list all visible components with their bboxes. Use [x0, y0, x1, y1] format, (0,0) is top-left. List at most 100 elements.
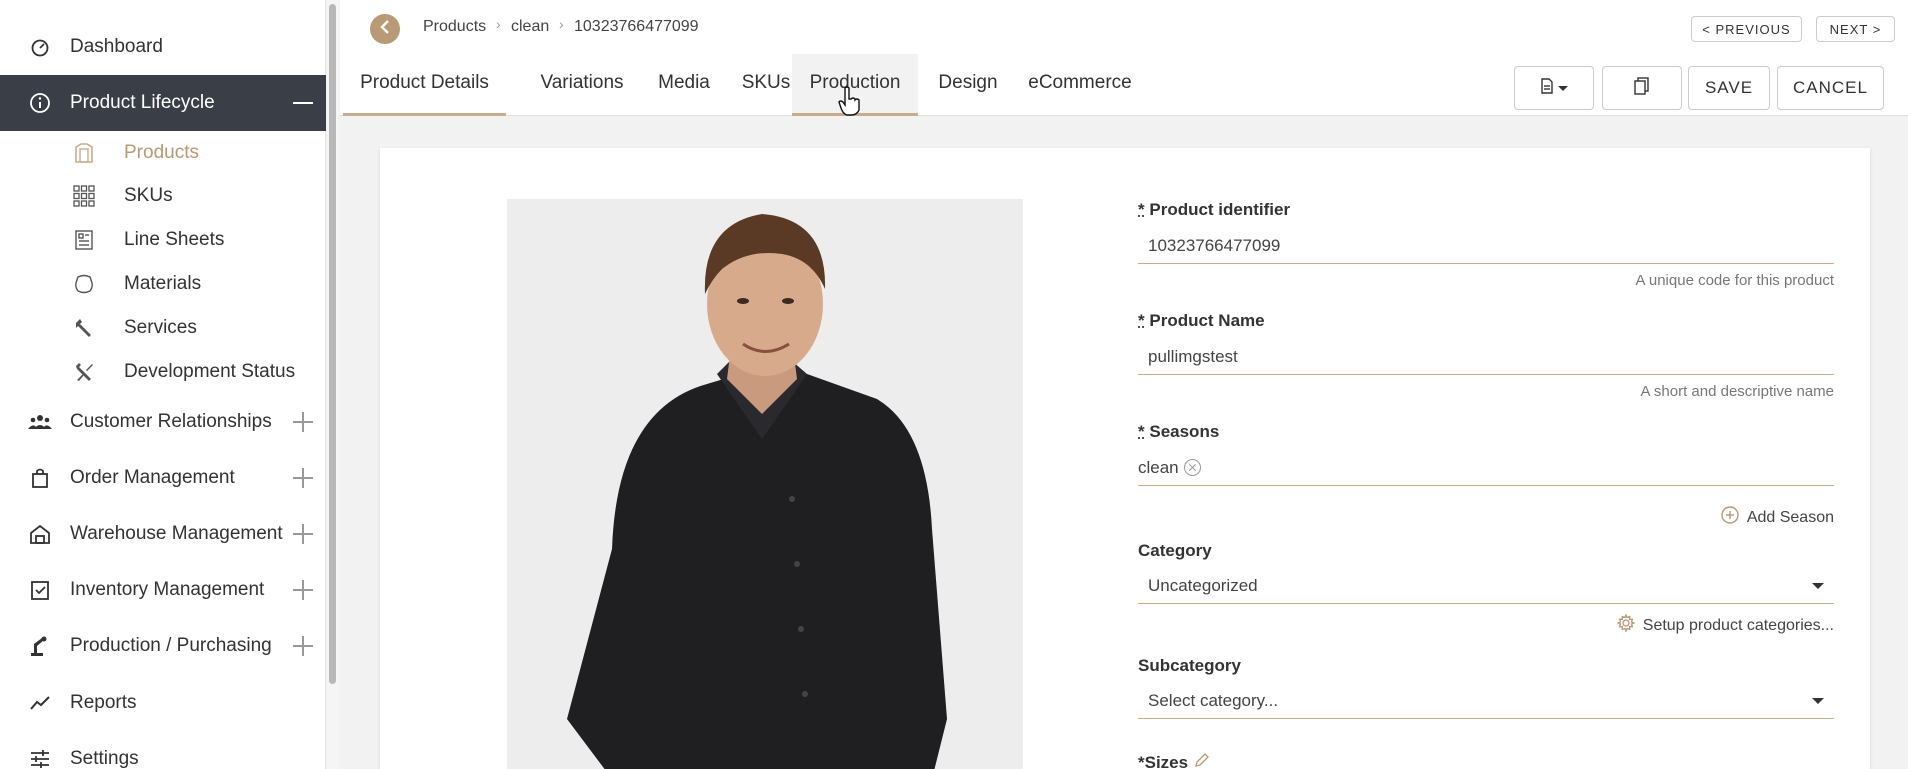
remove-chip-icon[interactable]: [1184, 459, 1201, 476]
document-icon: [1540, 78, 1554, 99]
product-identifier-hint: A unique code for this product: [1636, 272, 1834, 289]
sidebar-subitem-development-status[interactable]: Development Status: [0, 352, 326, 392]
save-button[interactable]: SAVE: [1688, 66, 1770, 110]
previous-button[interactable]: < PREVIOUS: [1691, 16, 1802, 42]
hand-cursor-icon: [837, 86, 861, 116]
breadcrumb-season[interactable]: clean: [511, 18, 549, 36]
scrollbar-thumb[interactable]: [329, 4, 336, 684]
sidebar-item-label: Order Management: [70, 467, 235, 489]
caret-down-icon: [1812, 698, 1824, 704]
sidebar-item-label: Product Lifecycle: [70, 92, 215, 114]
sliders-icon: [28, 747, 52, 769]
wrench-icon: [72, 316, 96, 340]
expand-icon[interactable]: [293, 524, 313, 544]
sidebar-item-production-purchasing[interactable]: Production / Purchasing: [0, 621, 326, 671]
sidebar-item-label: Production / Purchasing: [70, 635, 272, 657]
sidebar-item-label: Settings: [70, 748, 139, 769]
sidebar-item-reports[interactable]: Reports: [0, 678, 326, 728]
cancel-button[interactable]: CANCEL: [1777, 66, 1884, 110]
sidebar: Dashboard Product Lifecycle Products SKU…: [0, 0, 326, 769]
sidebar-subitem-label: Services: [124, 317, 197, 339]
sidebar-subitem-label: Development Status: [124, 361, 295, 383]
sidebar-item-dashboard[interactable]: Dashboard: [0, 22, 326, 72]
seasons-input[interactable]: clean: [1138, 450, 1834, 486]
info-circle-icon: [28, 91, 52, 115]
product-name-input[interactable]: pullimgstest: [1138, 339, 1834, 375]
sidebar-subitem-products[interactable]: Products: [0, 133, 326, 173]
copy-icon: [1634, 77, 1650, 100]
grid-icon: [72, 184, 96, 208]
tab-ecommerce[interactable]: eCommerce: [1006, 54, 1154, 116]
pencil-icon[interactable]: [1194, 752, 1210, 769]
category-select[interactable]: Uncategorized: [1138, 568, 1834, 604]
tab-design[interactable]: Design: [922, 54, 1014, 116]
sidebar-subitem-skus[interactable]: SKUs: [0, 176, 326, 216]
sidebar-item-label: Dashboard: [70, 36, 163, 58]
expand-icon[interactable]: [293, 580, 313, 600]
plus-circle-icon: [1721, 506, 1739, 529]
sidebar-item-label: Reports: [70, 692, 137, 714]
sidebar-item-inventory-management[interactable]: Inventory Management: [0, 565, 326, 615]
caret-down-icon: [1812, 583, 1824, 589]
subcategory-select[interactable]: Select category...: [1138, 683, 1834, 719]
clipboard-check-icon: [28, 578, 52, 602]
product-name-hint: A short and descriptive name: [1641, 383, 1834, 400]
expand-icon[interactable]: [293, 468, 313, 488]
required-marker: *: [1138, 311, 1145, 330]
product-identifier-label: * Product identifier: [1138, 200, 1290, 220]
sidebar-scrollbar[interactable]: [327, 0, 339, 769]
back-button[interactable]: [370, 14, 400, 44]
sidebar-item-customer-relationships[interactable]: Customer Relationships: [0, 397, 326, 447]
subcategory-label: Subcategory: [1138, 656, 1241, 676]
product-details-card: * Product identifier 10323766477099 A un…: [380, 148, 1870, 769]
expand-icon[interactable]: [293, 636, 313, 656]
sidebar-subitem-label: Products: [124, 142, 199, 164]
product-name-label: * Product Name: [1138, 311, 1265, 331]
sidebar-item-settings[interactable]: Settings: [0, 734, 326, 769]
required-marker: *: [1138, 422, 1145, 441]
chevron-left-icon: [379, 20, 391, 39]
sidebar-subitem-services[interactable]: Services: [0, 308, 326, 348]
sidebar-item-order-management[interactable]: Order Management: [0, 453, 326, 503]
sidebar-subitem-materials[interactable]: Materials: [0, 264, 326, 304]
sidebar-item-product-lifecycle[interactable]: Product Lifecycle: [0, 75, 326, 131]
trend-line-icon: [28, 691, 52, 715]
setup-categories-link[interactable]: Setup product categories...: [1617, 614, 1834, 637]
product-identifier-input[interactable]: 10323766477099: [1138, 228, 1834, 264]
sidebar-subitem-label: Materials: [124, 273, 201, 295]
line-sheet-icon: [72, 228, 96, 252]
sidebar-item-label: Inventory Management: [70, 579, 264, 601]
tools-icon: [72, 360, 96, 384]
materials-icon: [72, 272, 96, 296]
breadcrumb-products[interactable]: Products: [423, 18, 486, 36]
add-season-button[interactable]: Add Season: [1721, 506, 1834, 529]
sidebar-item-warehouse-management[interactable]: Warehouse Management: [0, 509, 326, 559]
gear-icon: [1617, 614, 1635, 637]
breadcrumb-separator-icon: ›: [559, 16, 564, 32]
people-icon: [28, 410, 52, 434]
product-image[interactable]: [507, 199, 1023, 769]
copy-button[interactable]: [1602, 66, 1682, 110]
sidebar-subitem-label: Line Sheets: [124, 229, 224, 251]
sidebar-item-label: Customer Relationships: [70, 411, 272, 433]
shopping-bag-icon: [28, 466, 52, 490]
required-marker: *: [1138, 200, 1145, 219]
seasons-label: * Seasons: [1138, 422, 1219, 442]
sidebar-subitem-line-sheets[interactable]: Line Sheets: [0, 220, 326, 260]
product-icon: [72, 141, 96, 165]
expand-icon[interactable]: [293, 412, 313, 432]
next-button[interactable]: NEXT >: [1816, 16, 1895, 42]
sizes-label: *Sizes: [1138, 752, 1210, 769]
category-label: Category: [1138, 541, 1212, 561]
page-header: Products › clean › 10323766477099 < PREV…: [340, 0, 1908, 116]
speedometer-icon: [28, 35, 52, 59]
season-chip: clean: [1138, 458, 1201, 478]
sidebar-subitem-label: SKUs: [124, 185, 173, 207]
tab-product-details[interactable]: Product Details: [343, 54, 506, 116]
document-menu-button[interactable]: [1514, 66, 1594, 110]
collapse-icon[interactable]: [293, 102, 313, 104]
breadcrumb-product-id: 10323766477099: [574, 18, 699, 36]
tab-variations[interactable]: Variations: [510, 54, 654, 116]
sidebar-item-label: Warehouse Management: [70, 523, 283, 545]
breadcrumb-separator-icon: ›: [496, 16, 501, 32]
